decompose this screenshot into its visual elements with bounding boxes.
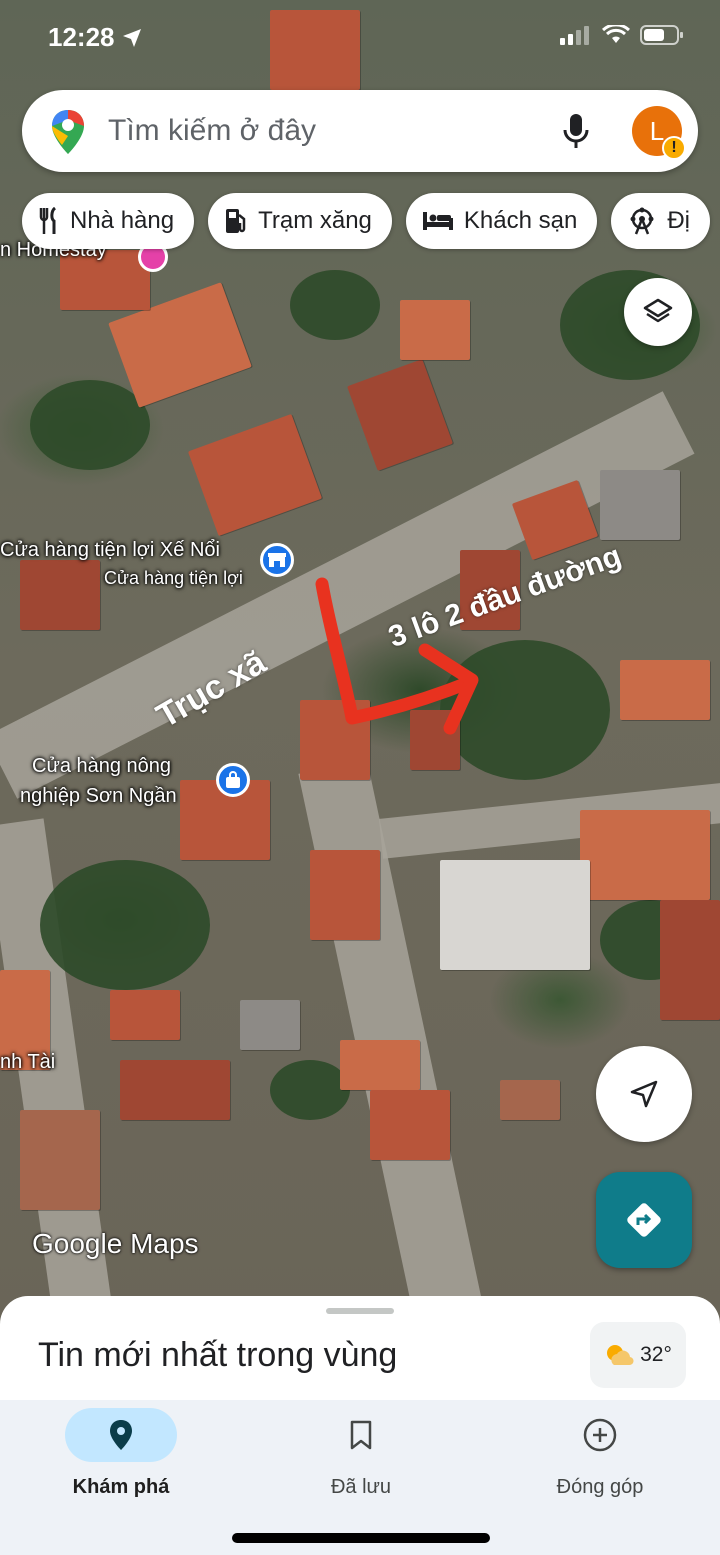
latest-news-sheet[interactable]: Tin mới nhất trong vùng 32° [0,1296,720,1416]
nav-explore-label: Khám phá [72,1476,170,1498]
map-building [400,300,470,360]
wifi-icon [602,25,630,43]
microphone-icon[interactable] [562,112,590,150]
temperature-text: 32° [640,1343,672,1366]
map-building [120,1060,230,1120]
map-tree [290,270,380,340]
location-arrow-icon [122,28,141,47]
hand-drawn-arrow-icon [315,577,479,735]
map-tree [270,1060,350,1120]
store-category-label[interactable]: Cửa hàng tiện lợi [104,566,243,590]
chip-label: Trạm xăng [258,207,372,234]
agri-store-label-line2[interactable]: nghiệp Sơn Ngần [20,784,177,808]
nav-contribute[interactable]: Đóng góp [500,1408,700,1499]
avatar-letter: L [649,115,665,146]
attractions-icon [630,207,654,235]
map-building [580,810,710,900]
map-building [187,413,323,537]
navigation-arrow-icon [630,1080,658,1108]
nav-saved-label: Đã lưu [330,1476,392,1498]
map-building [270,10,360,90]
signal-icon [560,26,589,45]
nav-explore[interactable]: Khám phá [21,1408,221,1499]
store-name-label[interactable]: Cửa hàng tiện lợi Xế Nổi [0,538,220,562]
directions-button[interactable] [596,1172,692,1268]
sheet-title: Tin mới nhất trong vùng [38,1336,398,1374]
nav-saved[interactable]: Đã lưu [261,1408,461,1499]
directions-icon [627,1203,661,1237]
chip-label: Nhà hàng [70,207,175,234]
map-building [20,1110,100,1210]
location-pin-icon [110,1420,132,1450]
chip-label: Đị [667,207,690,234]
bottom-navigation: Khám phá Đã lưu Đóng góp [0,1400,720,1555]
partly-cloudy-icon [607,1345,634,1366]
google-maps-watermark: Google Maps [32,1228,199,1259]
search-bar[interactable]: Tìm kiếm ở đây L ! [22,90,698,172]
shopping-bag-pin-icon[interactable] [216,763,250,797]
map-building [370,1090,450,1160]
chip-restaurants[interactable]: Nhà hàng [22,193,195,249]
nav-active-pill [65,1408,177,1462]
chip-attractions[interactable]: Đị [611,193,710,249]
status-time: 12:28 [48,22,143,53]
tai-store-label[interactable]: nh Tài [0,1050,55,1074]
gas-station-icon [226,209,246,233]
map-building [500,1080,560,1120]
map-building [240,1000,300,1050]
battery-icon [640,25,683,45]
map-building [600,470,680,540]
bookmark-icon [350,1420,372,1450]
map-building [340,1040,420,1090]
map-building [20,560,100,630]
map-building [440,860,590,970]
store-pin-icon[interactable] [260,543,294,577]
map-tree [40,860,210,990]
layers-button[interactable] [624,278,692,346]
my-location-button[interactable] [596,1046,692,1142]
map-building [347,359,453,471]
nav-pill [305,1408,417,1462]
hotel-icon [422,212,453,230]
add-circle-icon [583,1418,617,1452]
status-icons [560,24,684,46]
category-chips: Nhà hàng Trạm xăng Khách sạn Đị [22,193,710,249]
search-input[interactable]: Tìm kiếm ở đây [108,114,316,148]
chip-hotels[interactable]: Khách sạn [405,193,598,249]
home-indicator[interactable] [232,1533,490,1543]
nav-pill [544,1408,656,1462]
layers-icon [643,298,673,323]
chip-label: Khách sạn [463,207,578,234]
account-warning-icon: ! [662,136,686,160]
status-time-text: 12:28 [48,22,115,52]
weather-chip[interactable]: 32° [590,1322,686,1388]
map-building [620,660,710,720]
sheet-drag-handle[interactable] [326,1308,394,1314]
agri-store-label-line1[interactable]: Cửa hàng nông [32,754,171,778]
map-tree [30,380,150,470]
nav-contribute-label: Đóng góp [556,1476,644,1498]
chip-gas-stations[interactable]: Trạm xăng [208,193,392,249]
restaurant-icon [39,207,57,234]
map-building [660,900,720,1020]
map-building [110,990,180,1040]
google-maps-logo-icon [52,110,84,154]
map-building [310,850,380,940]
